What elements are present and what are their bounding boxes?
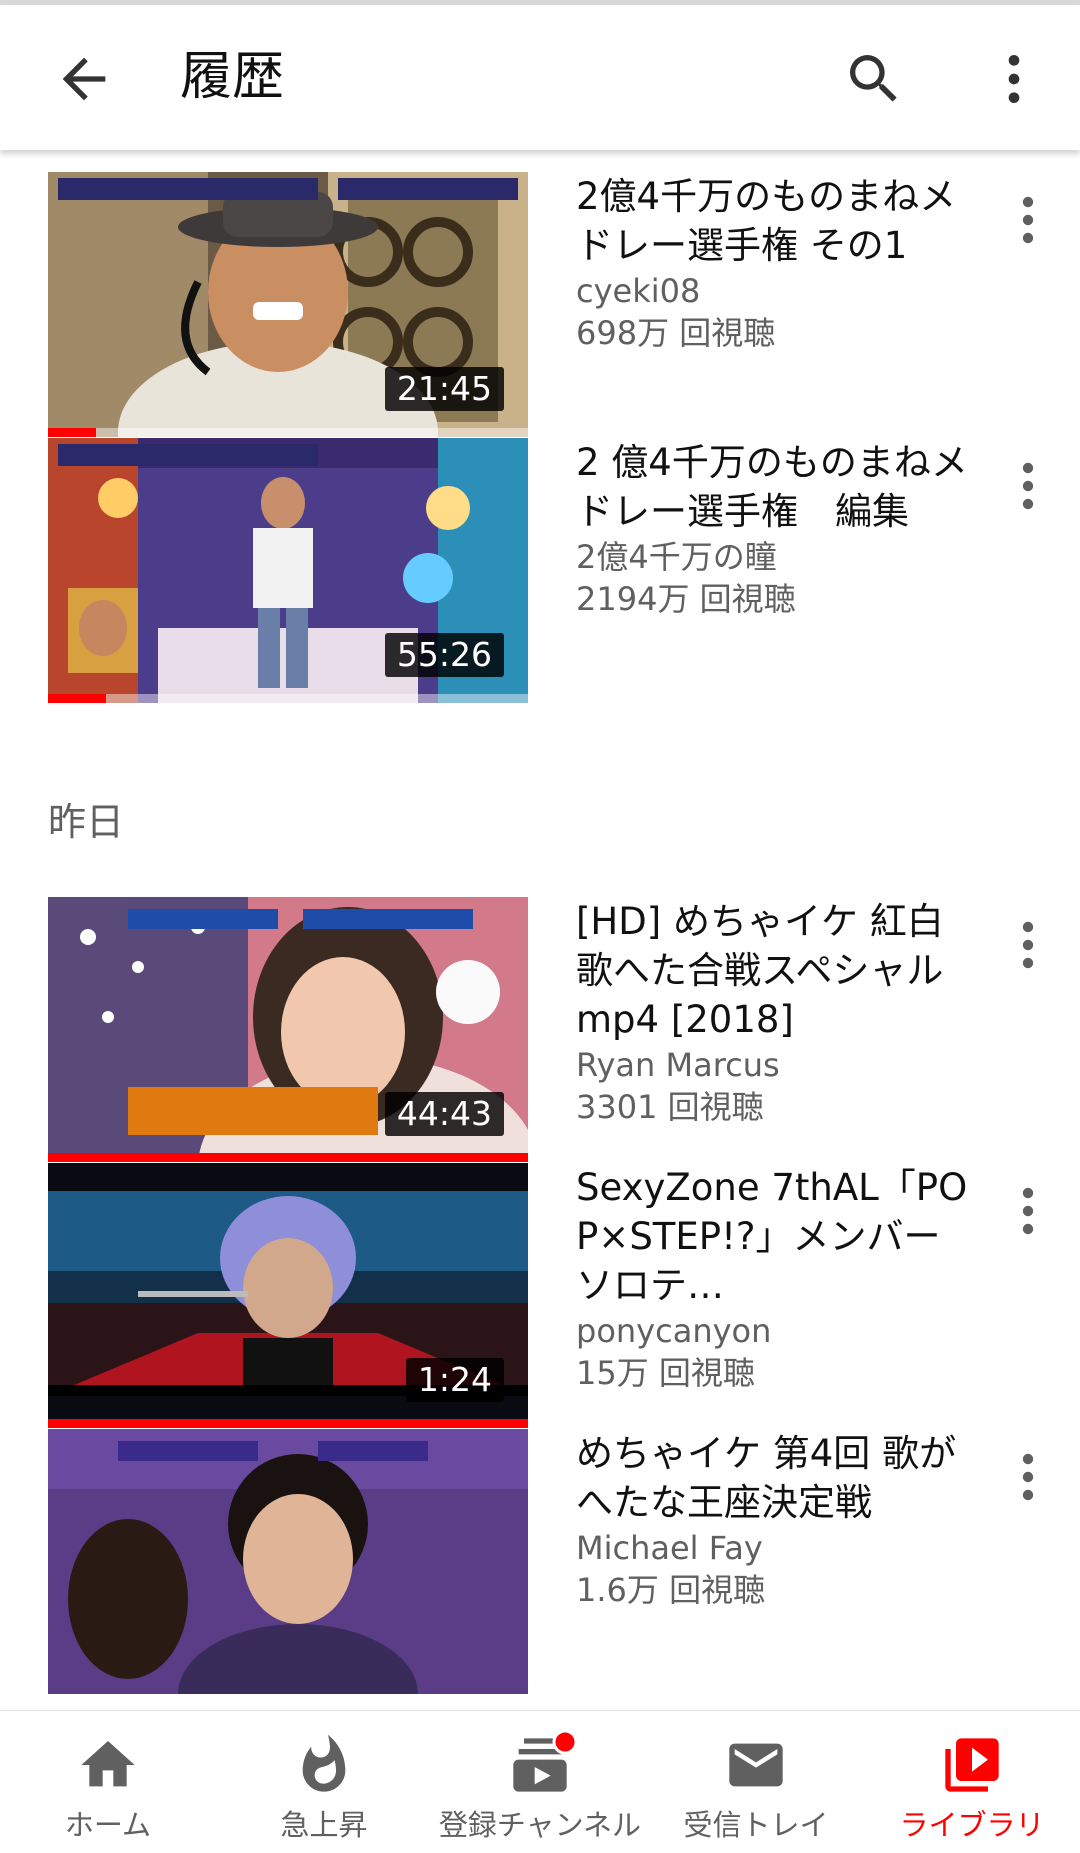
watch-progress — [48, 1419, 528, 1428]
bottom-nav: ホーム 急上昇 登録チャンネル 受信トレイ ライブラリ — [0, 1710, 1080, 1853]
video-thumbnail[interactable]: 44:43 — [48, 897, 528, 1162]
mail-icon — [729, 1743, 783, 1787]
watch-progress — [48, 694, 528, 703]
video-thumbnail[interactable] — [48, 1429, 528, 1694]
view-count: 2194万 回視聴 — [576, 580, 796, 618]
page-title: 履歴 — [180, 47, 285, 107]
duration-badge: 55:26 — [384, 633, 504, 677]
flame-icon — [302, 1734, 346, 1792]
view-count: 698万 回視聴 — [576, 314, 776, 352]
duration-badge: 1:24 — [405, 1358, 504, 1402]
duration-badge: 44:43 — [384, 1092, 504, 1136]
channel-name: 2億4千万の瞳 — [576, 538, 777, 576]
view-count: 15万 回視聴 — [576, 1354, 755, 1392]
video-item[interactable]: めちゃイケ 第4回 歌がへたな王座決定戦 Michael Fay 1.6万 回視… — [0, 1429, 1080, 1699]
watch-progress-fill — [48, 1153, 528, 1162]
item-more-icon[interactable] — [1004, 915, 1052, 975]
item-more-icon[interactable] — [1004, 190, 1052, 250]
video-meta[interactable]: 2 億4千万のものまねメドレー選手権 編集 2億4千万の瞳 2194万 回視聴 — [576, 438, 976, 620]
channel-name: Michael Fay — [576, 1529, 763, 1567]
video-title[interactable]: 2億4千万のものまねメドレー選手権 その1 — [576, 172, 976, 270]
channel-name: Ryan Marcus — [576, 1046, 780, 1084]
thumbnail-image — [48, 1429, 528, 1694]
video-meta[interactable]: SexyZone 7thAL「POP×STEP!?」メンバーソロテ… ponyc… — [576, 1163, 976, 1394]
history-list[interactable]: 21:45 2億4千万のものまねメドレー選手権 その1 cyeki08 698万… — [0, 150, 1080, 1710]
channel-name: cyeki08 — [576, 272, 701, 310]
nav-label: 登録チャンネル — [438, 1808, 642, 1842]
nav-label: 急上昇 — [280, 1808, 368, 1842]
search-icon[interactable] — [842, 47, 906, 111]
item-more-icon[interactable] — [1004, 1447, 1052, 1507]
nav-label: ホーム — [64, 1808, 152, 1842]
nav-trending[interactable]: 急上昇 — [216, 1711, 432, 1853]
item-more-icon[interactable] — [1004, 1181, 1052, 1241]
video-title[interactable]: [HD] めちゃイケ 紅白歌へた合戦スペシャル mp4 [2018] — [576, 897, 976, 1044]
duration-badge: 21:45 — [384, 367, 504, 411]
video-meta[interactable]: [HD] めちゃイケ 紅白歌へた合戦スペシャル mp4 [2018] Ryan … — [576, 897, 976, 1128]
channel-name: ponycanyon — [576, 1312, 772, 1350]
video-meta[interactable]: めちゃイケ 第4回 歌がへたな王座決定戦 Michael Fay 1.6万 回視… — [576, 1429, 976, 1611]
watch-progress-fill — [48, 428, 96, 437]
video-thumbnail[interactable]: 1:24 — [48, 1163, 528, 1428]
item-more-icon[interactable] — [1004, 456, 1052, 516]
nav-label: 受信トレイ — [683, 1808, 829, 1842]
arrow-back-icon[interactable] — [52, 47, 116, 111]
nav-subscriptions[interactable]: 登録チャンネル — [432, 1711, 648, 1853]
video-meta[interactable]: 2億4千万のものまねメドレー選手権 その1 cyeki08 698万 回視聴 — [576, 172, 976, 354]
video-title[interactable]: SexyZone 7thAL「POP×STEP!?」メンバーソロテ… — [576, 1163, 976, 1310]
video-thumbnail[interactable]: 55:26 — [48, 438, 528, 703]
more-vert-icon[interactable] — [982, 47, 1046, 111]
video-title[interactable]: めちゃイケ 第4回 歌がへたな王座決定戦 — [576, 1429, 976, 1527]
video-item[interactable]: 44:43 [HD] めちゃイケ 紅白歌へた合戦スペシャル mp4 [2018]… — [0, 897, 1080, 1167]
video-item[interactable]: 21:45 2億4千万のものまねメドレー選手権 その1 cyeki08 698万… — [0, 172, 1080, 442]
view-count: 1.6万 回視聴 — [576, 1571, 766, 1609]
video-thumbnail[interactable]: 21:45 — [48, 172, 528, 437]
watch-progress — [48, 1153, 528, 1162]
home-icon — [81, 1741, 135, 1787]
nav-inbox[interactable]: 受信トレイ — [648, 1711, 864, 1853]
view-count: 3301 回視聴 — [576, 1088, 764, 1126]
video-title[interactable]: 2 億4千万のものまねメドレー選手権 編集 — [576, 438, 976, 536]
notification-badge-icon — [552, 1729, 578, 1755]
nav-home[interactable]: ホーム — [0, 1711, 216, 1853]
nav-label: ライブラリ — [899, 1808, 1045, 1842]
section-header-yesterday: 昨日 — [48, 800, 125, 844]
watch-progress — [48, 428, 528, 437]
video-item[interactable]: 55:26 2 億4千万のものまねメドレー選手権 編集 2億4千万の瞳 2194… — [0, 438, 1080, 708]
watch-progress-fill — [48, 694, 106, 703]
app-bar: 履歴 — [0, 5, 1080, 150]
watch-progress-fill — [48, 1419, 528, 1428]
nav-library[interactable]: ライブラリ — [864, 1711, 1080, 1853]
video-item[interactable]: 1:24 SexyZone 7thAL「POP×STEP!?」メンバーソロテ… … — [0, 1163, 1080, 1433]
library-icon — [945, 1738, 999, 1792]
